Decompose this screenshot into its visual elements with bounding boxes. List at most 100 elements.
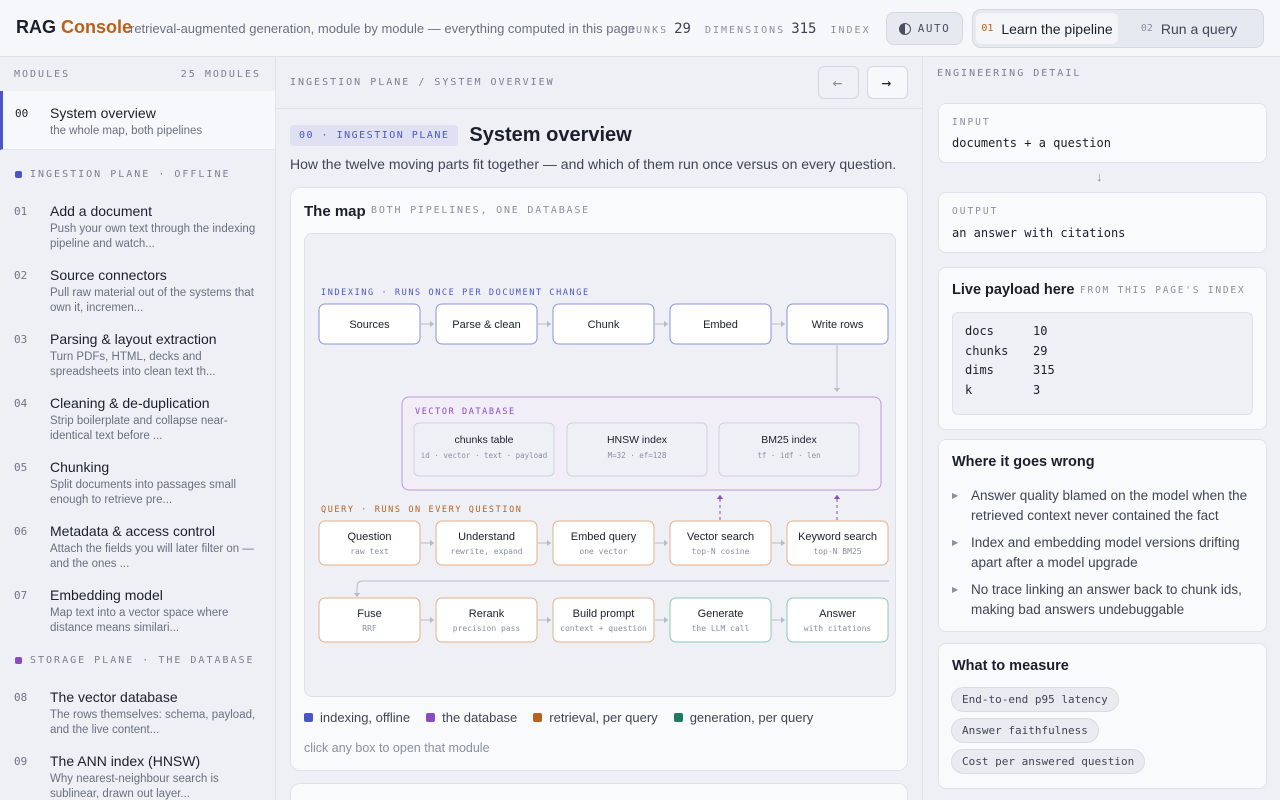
next-button[interactable]: → (867, 66, 908, 99)
search-to-bm25-arrow-head (833, 495, 841, 499)
node-vector-search[interactable] (669, 520, 772, 566)
stat-value-chunks: 29 (674, 21, 691, 37)
node-sub: top-N cosine (692, 547, 750, 556)
module-number: 01 (14, 205, 28, 218)
tab-learn-pipeline[interactable]: 01 Learn the pipeline (976, 13, 1118, 44)
module-number: 03 (14, 333, 28, 346)
node-understand[interactable] (435, 520, 538, 566)
module-title: The vector database (50, 689, 178, 705)
indexing-lane-label: INDEXING · RUNS ONCE PER DOCUMENT CHANGE (321, 288, 590, 298)
input-label: INPUT (952, 117, 991, 128)
payload-key: chunks (965, 343, 1009, 358)
node-sub: with citations (804, 624, 872, 633)
bullet-triangle-icon: ▶ (952, 585, 959, 594)
legend-label: the database (442, 710, 518, 725)
sidebar-item-embedding-model[interactable]: 07 Embedding model Map text into a vector … (0, 573, 275, 637)
module-desc: Pull raw material out of the systems tha… (50, 287, 254, 314)
module-desc: Why nearest-neighbour search is sublinea… (50, 773, 219, 800)
node-sub: one vector (579, 547, 627, 556)
node-keyword-search[interactable] (786, 520, 889, 566)
metric-chip: End-to-end p95 latency (951, 687, 1119, 712)
node-label: Vector search (687, 531, 754, 543)
input-card: INPUT documents + a question (938, 103, 1267, 163)
module-count: 25 MODULES (180, 68, 261, 80)
breadcrumb: INGESTION PLANE / SYSTEM OVERVIEW (290, 77, 555, 88)
node-label: Parse & clean (452, 319, 520, 331)
db-node-sub: M=32 · ef=128 (608, 451, 667, 460)
module-number: 06 (14, 525, 28, 538)
theme-toggle-button[interactable]: AUTO (886, 12, 963, 45)
node-sub: precision pass (453, 624, 521, 633)
map-hint: click any box to open that module (304, 741, 490, 755)
group-color-dot (15, 656, 22, 664)
node-question[interactable] (318, 520, 421, 566)
sidebar-item-metadata-access-control[interactable]: 06 Metadata & access control Attach the fi… (0, 509, 275, 573)
risk-text: No trace linking an answer back to chunk… (971, 582, 1242, 617)
tab-run-query[interactable]: 02 Run a query (1118, 13, 1260, 44)
db-node-chunks-table[interactable] (413, 422, 555, 477)
node-fuse[interactable] (318, 597, 421, 643)
sidebar-item-system-overview[interactable]: 00 System overview the whole map, both p… (0, 91, 275, 150)
payload-row: chunks 29 (965, 344, 1240, 364)
module-number: 08 (14, 691, 28, 704)
modules-sidebar[interactable]: MODULES 25 MODULES 00 System overview th… (0, 57, 276, 800)
arrow-down-icon: ↓ (1096, 169, 1103, 184)
db-node-bm25-index[interactable] (718, 422, 860, 477)
sidebar-header: MODULES 25 MODULES (0, 57, 275, 91)
legend-item-database: the database (426, 710, 517, 725)
node-embed-query[interactable] (552, 520, 655, 566)
sidebar-item-add-a-document[interactable]: 01 Add a document Push your own text throu… (0, 189, 275, 253)
arrow-right-icon: → (881, 73, 894, 92)
brand-name: RAG (16, 17, 56, 37)
input-value: documents + a question (952, 136, 1111, 150)
node-label: Write rows (812, 319, 864, 331)
flow-arrow-head (781, 320, 785, 328)
sidebar-item-source-connectors[interactable]: 02 Source connectors Pull raw material out… (0, 253, 275, 317)
failure-modes-card: Where it goes wrong ▶ Answer quality blam… (938, 439, 1267, 632)
main-content[interactable]: INGESTION PLANE / SYSTEM OVERVIEW ← → 00… (276, 57, 922, 800)
storage-module-list: 08 The vector database The rows themselves… (0, 675, 275, 800)
risk-text: Answer quality blamed on the model when … (971, 488, 1248, 523)
db-node-hnsw-index[interactable] (566, 422, 708, 477)
sidebar-item-the-ann-index-hnsw[interactable]: 09 The ANN index (HNSW) Why nearest-neighb… (0, 739, 275, 800)
output-value: an answer with citations (952, 226, 1126, 240)
node-label: Embed (703, 319, 738, 331)
flow-arrow-head (547, 320, 551, 328)
legend: indexing, offline the database retrieval… (304, 710, 813, 725)
sidebar-item-cleaning-de-duplication[interactable]: 04 Cleaning & de-duplication Strip boilerp… (0, 381, 275, 445)
bullet-triangle-icon: ▶ (952, 491, 959, 500)
node-label: Understand (458, 531, 515, 543)
previous-button[interactable]: ← (818, 66, 859, 99)
module-title: Add a document (50, 203, 152, 219)
flow-arrow-head (547, 616, 551, 624)
map-title: The map (304, 203, 366, 220)
sidebar-item-the-vector-database[interactable]: 08 The vector database The rows themselves… (0, 675, 275, 739)
risks-title: Where it goes wrong (952, 454, 1095, 470)
db-node-title: BM25 index (761, 434, 817, 446)
flow-arrow-head (781, 539, 785, 547)
loop-back-arrow-head (353, 593, 361, 597)
node-label: Build prompt (573, 608, 635, 620)
node-rerank[interactable] (435, 597, 538, 643)
node-generate[interactable] (669, 597, 772, 643)
sidebar-item-chunking[interactable]: 05 Chunking Split documents into passages … (0, 445, 275, 509)
node-answer[interactable] (786, 597, 889, 643)
legend-label: generation, per query (689, 710, 814, 725)
module-title: Metadata & access control (50, 523, 215, 539)
module-number: 09 (14, 755, 28, 768)
engineering-detail-panel[interactable]: ENGINEERING DETAIL INPUT documents + a q… (922, 57, 1280, 800)
arrow-left-icon: ← (832, 73, 845, 92)
module-title: System overview (50, 105, 156, 121)
node-build-prompt[interactable] (552, 597, 655, 643)
stat-label-chunks: CHUNKS (626, 25, 669, 36)
metrics-card: What to measure End-to-end p95 latency A… (938, 643, 1267, 789)
brand-logo[interactable]: RAG Console (16, 17, 132, 38)
flow-arrow-head (430, 616, 434, 624)
node-label: Generate (698, 608, 744, 620)
stat-value-dimensions: 315 (791, 21, 817, 37)
output-card: OUTPUT an answer with citations (938, 192, 1267, 253)
flow-arrow-head (430, 539, 434, 547)
payload-row: dims 315 (965, 363, 1240, 383)
flow-arrow-head (664, 320, 668, 328)
sidebar-item-parsing-layout-extraction[interactable]: 03 Parsing & layout extraction Turn PDFs, … (0, 317, 275, 381)
